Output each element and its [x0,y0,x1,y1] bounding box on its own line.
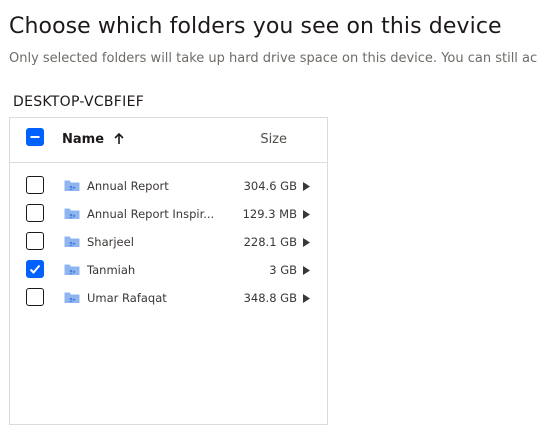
folder-size: 304.6 GB [243,179,297,193]
select-all-checkbox[interactable] [26,128,44,146]
expand-arrow-icon[interactable] [303,266,310,275]
folder-name[interactable]: Annual Report [87,179,222,193]
folder-size: 228.1 GB [243,235,297,249]
shared-folder-icon [64,264,80,275]
device-name: DESKTOP-VCBFIEF [13,94,145,110]
page-subtitle: Only selected folders will take up hard … [9,51,538,66]
table-row[interactable]: Sharjeel 228.1 GB [10,228,327,256]
folder-checkbox[interactable] [26,260,44,278]
folder-checkbox[interactable] [26,288,44,306]
shared-folder-icon [64,292,80,303]
folder-name[interactable]: Umar Rafaqat [87,291,222,305]
checkmark-icon [29,264,40,274]
page-title: Choose which folders you see on this dev… [9,14,502,39]
folder-name[interactable]: Tanmiah [87,263,222,277]
minus-icon [30,135,39,138]
arrow-up-icon[interactable] [113,132,125,146]
expand-arrow-icon[interactable] [303,238,310,247]
size-column-header[interactable]: Size [260,132,287,147]
folder-size: 348.8 GB [243,291,297,305]
expand-arrow-icon[interactable] [303,294,310,303]
folder-size: 129.3 MB [242,207,297,221]
folder-checkbox[interactable] [26,232,44,250]
folder-size: 3 GB [269,263,297,277]
table-row[interactable]: Annual Report 304.6 GB [10,172,327,200]
name-column-header[interactable]: Name [62,132,104,147]
shared-folder-icon [64,208,80,219]
shared-folder-icon [64,180,80,191]
table-row[interactable]: Umar Rafaqat 348.8 GB [10,284,327,312]
expand-arrow-icon[interactable] [303,210,310,219]
folder-checkbox[interactable] [26,204,44,222]
folder-name[interactable]: Sharjeel [87,235,222,249]
shared-folder-icon [64,236,80,247]
folder-list-panel: Name Size Annual Report 304.6 GB Annual Re… [9,117,328,425]
expand-arrow-icon[interactable] [303,182,310,191]
folder-name[interactable]: Annual Report Inspir... [87,207,222,221]
table-header: Name Size [10,118,327,163]
table-row[interactable]: Annual Report Inspir... 129.3 MB [10,200,327,228]
table-row[interactable]: Tanmiah 3 GB [10,256,327,284]
folder-checkbox[interactable] [26,176,44,194]
